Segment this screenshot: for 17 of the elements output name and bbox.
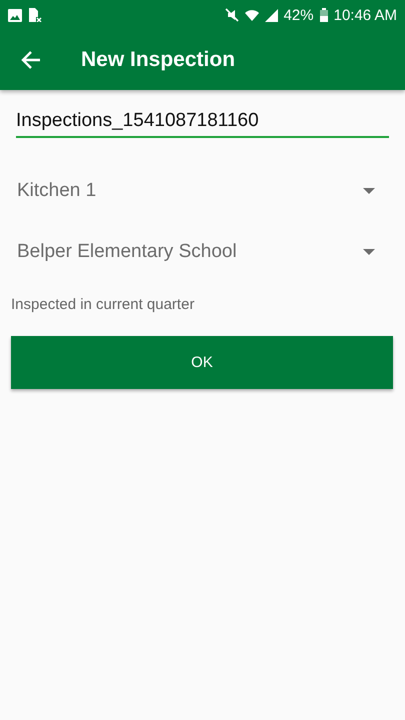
status-note: Inspected in current quarter <box>11 296 194 313</box>
caret-icon <box>363 248 375 254</box>
wifi-icon <box>244 8 259 22</box>
sim-card-icon <box>28 8 42 22</box>
signal-icon <box>264 8 278 22</box>
name-field[interactable]: Inspections_1541087181160 <box>16 104 389 138</box>
mute-icon <box>224 8 239 22</box>
dropdown[interactable]: Belper Elementary School <box>17 221 389 282</box>
back-arrow-icon[interactable] <box>20 49 42 71</box>
battery-icon <box>320 8 328 22</box>
image-icon <box>8 8 22 22</box>
battery-percent: 42% <box>284 6 314 24</box>
screen-title: New Inspection <box>81 48 236 72</box>
ok-button[interactable]: OK <box>11 336 393 389</box>
caret-icon <box>363 188 375 194</box>
clock: 10:46 AM <box>334 6 397 24</box>
dropdown[interactable]: Kitchen 1 <box>17 160 389 221</box>
